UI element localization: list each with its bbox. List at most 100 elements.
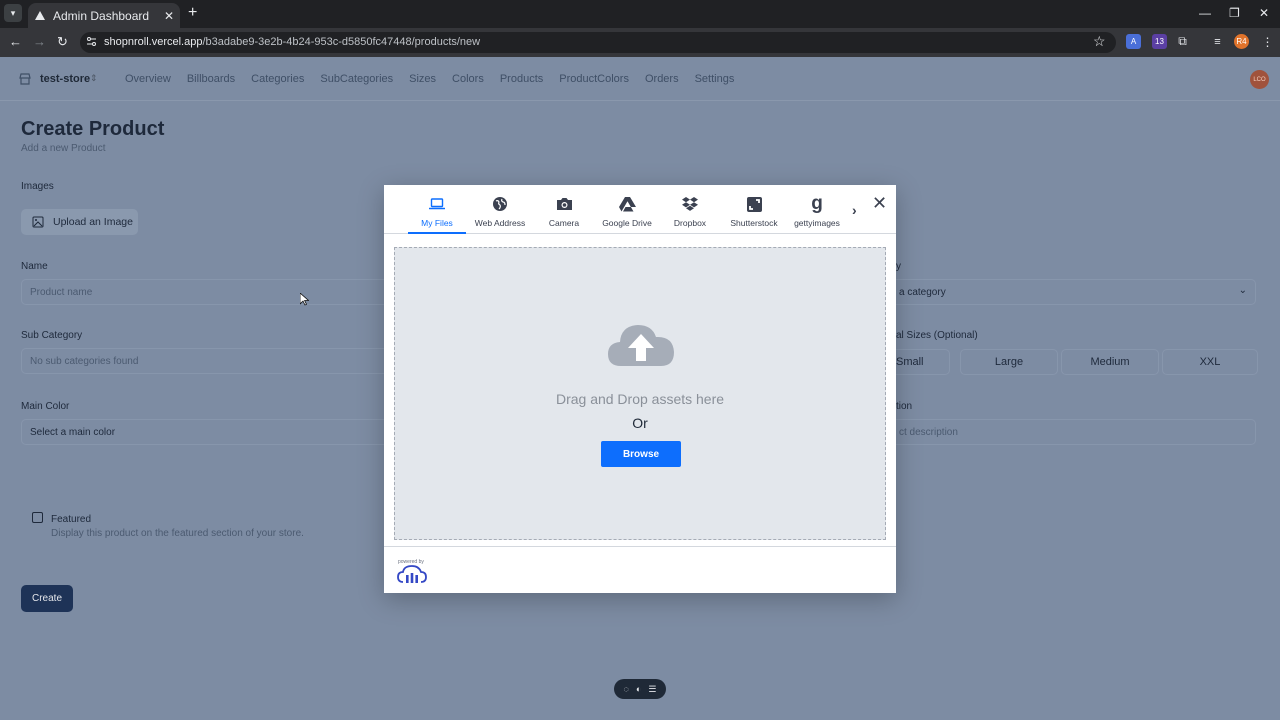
size-option-medium[interactable]: Medium xyxy=(1061,349,1159,375)
google-drive-icon xyxy=(595,195,659,213)
drop-instructions: Drag and Drop assets here xyxy=(555,391,725,407)
tab-label: Shutterstock xyxy=(730,218,778,228)
browser-tab[interactable]: Admin Dashboard ✕ xyxy=(28,3,180,28)
store-switcher[interactable]: test-store xyxy=(40,73,90,85)
upload-image-button[interactable]: Upload an Image xyxy=(21,209,138,235)
camera-icon xyxy=(532,195,596,213)
browser-menu-icon[interactable]: ⋮ xyxy=(1260,34,1275,49)
create-button[interactable]: Create xyxy=(21,585,73,612)
forward-icon[interactable]: → xyxy=(33,34,46,49)
translate-extension-icon[interactable]: A xyxy=(1126,34,1141,49)
chevrons-up-down-icon[interactable]: ⇕ xyxy=(90,73,98,84)
main-color-label: Main Color xyxy=(21,401,70,412)
chevron-down-icon: ⌄ xyxy=(1238,285,1247,296)
drop-zone[interactable]: Drag and Drop assets here Or Browse xyxy=(394,247,886,540)
comment-icon[interactable]: ◌ xyxy=(624,684,629,694)
tab-google-drive[interactable]: Google Drive xyxy=(595,195,659,228)
size-option-large[interactable]: Large xyxy=(960,349,1058,375)
user-avatar[interactable]: LCO xyxy=(1250,70,1269,89)
featured-help-text: Display this product on the featured sec… xyxy=(51,528,304,539)
bookmark-star-icon[interactable]: ☆ xyxy=(1093,33,1106,50)
chevron-right-icon[interactable]: › xyxy=(852,202,857,218)
upload-widget-modal: My Files Web Address Camera Google Drive… xyxy=(384,185,896,593)
main-color-select[interactable]: Select a main color xyxy=(21,419,384,445)
close-window-button[interactable]: ✕ xyxy=(1259,6,1269,20)
profile-initials: R4 xyxy=(1236,37,1247,46)
address-url[interactable]: shopnroll.vercel.app/b3adabe9-3e2b-4b24-… xyxy=(104,36,480,48)
featured-label: Featured xyxy=(51,514,92,525)
active-tab-indicator xyxy=(408,232,466,234)
images-label: Images xyxy=(21,181,54,192)
cloud-upload-icon xyxy=(607,322,675,371)
description-input[interactable]: ct description xyxy=(896,419,1256,445)
description-label: tion xyxy=(896,401,913,412)
tab-gettyimages[interactable]: g gettyimages xyxy=(785,193,849,228)
vercel-favicon-icon xyxy=(34,10,46,22)
or-separator: Or xyxy=(632,415,648,431)
category-select-value: a category xyxy=(899,287,946,298)
extension-badge-count: 13 xyxy=(1155,37,1164,46)
profile-icon[interactable]: R4 xyxy=(1234,34,1249,49)
category-select[interactable]: a category ⌄ xyxy=(896,279,1256,305)
nav-link-products[interactable]: Products xyxy=(500,73,543,85)
nav-link-subcategories[interactable]: SubCategories xyxy=(320,73,393,85)
upload-image-label: Upload an Image xyxy=(53,216,133,228)
url-host: shopnroll.vercel.app xyxy=(104,36,203,48)
sizes-label: al Sizes (Optional) xyxy=(896,330,978,341)
tab-dropbox[interactable]: Dropbox xyxy=(658,195,722,228)
browser-tab-strip: ▾ Admin Dashboard ✕ + — ❐ ✕ xyxy=(0,0,1280,28)
category-label: y xyxy=(896,261,901,272)
mouse-cursor-icon xyxy=(299,292,310,309)
tab-close-icon[interactable]: ✕ xyxy=(164,9,174,23)
tab-label: gettyimages xyxy=(794,218,840,228)
page-title: Create Product xyxy=(21,118,165,140)
browse-button[interactable]: Browse xyxy=(601,441,681,467)
new-tab-button[interactable]: + xyxy=(188,4,197,22)
size-option-small[interactable]: Small xyxy=(896,349,950,375)
nav-link-orders[interactable]: Orders xyxy=(645,73,679,85)
cloudinary-logo-icon[interactable] xyxy=(397,565,427,587)
source-tabs: My Files Web Address Camera Google Drive… xyxy=(384,185,896,234)
image-plus-icon xyxy=(32,216,44,228)
nav-link-colors[interactable]: Colors xyxy=(452,73,484,85)
tab-shutterstock[interactable]: Shutterstock xyxy=(722,195,786,228)
extensions-puzzle-icon[interactable]: ⧉ xyxy=(1175,34,1190,49)
gettyimages-icon: g xyxy=(811,193,823,214)
laptop-icon xyxy=(405,195,469,213)
tab-label: My Files xyxy=(421,218,453,228)
nav-link-productcolors[interactable]: ProductColors xyxy=(559,73,629,85)
tab-web-address[interactable]: Web Address xyxy=(468,195,532,228)
subcategory-label: Sub Category xyxy=(21,330,83,341)
reading-list-icon[interactable]: ≡ xyxy=(1210,34,1225,49)
tab-my-files[interactable]: My Files xyxy=(405,195,469,228)
menu-icon[interactable]: ☰ xyxy=(648,684,656,695)
dropbox-icon xyxy=(658,195,722,213)
close-icon[interactable]: ✕ xyxy=(872,194,887,212)
tab-search-button[interactable]: ▾ xyxy=(4,4,22,22)
product-name-input[interactable]: Product name xyxy=(21,279,384,305)
back-icon[interactable]: ← xyxy=(9,34,22,49)
nav-link-sizes[interactable]: Sizes xyxy=(409,73,436,85)
main-nav-links: Overview Billboards Categories SubCatego… xyxy=(125,73,750,85)
featured-checkbox[interactable] xyxy=(32,512,43,523)
restore-window-button[interactable]: ❐ xyxy=(1229,6,1240,20)
tab-label: Camera xyxy=(548,218,580,228)
tab-camera[interactable]: Camera xyxy=(532,195,596,228)
size-option-xxl[interactable]: XXL xyxy=(1162,349,1258,375)
nav-link-categories[interactable]: Categories xyxy=(251,73,304,85)
site-info-icon[interactable] xyxy=(86,36,98,48)
reload-icon[interactable]: ↻ xyxy=(57,34,68,50)
extension-badge-icon[interactable]: 13 xyxy=(1152,34,1167,49)
minimize-window-button[interactable]: — xyxy=(1199,6,1211,20)
shutterstock-icon xyxy=(722,195,786,213)
subcategory-select[interactable]: No sub categories found xyxy=(21,348,384,374)
nav-link-settings[interactable]: Settings xyxy=(695,73,735,85)
floating-toolbar: ◌ ◐ ☰ xyxy=(614,679,666,699)
tab-label: Google Drive xyxy=(602,218,652,228)
toggle-icon[interactable]: ◐ xyxy=(636,684,641,694)
tab-title: Admin Dashboard xyxy=(53,8,150,23)
name-label: Name xyxy=(21,261,48,272)
nav-link-overview[interactable]: Overview xyxy=(125,73,171,85)
nav-link-billboards[interactable]: Billboards xyxy=(187,73,235,85)
store-icon[interactable] xyxy=(19,73,31,85)
